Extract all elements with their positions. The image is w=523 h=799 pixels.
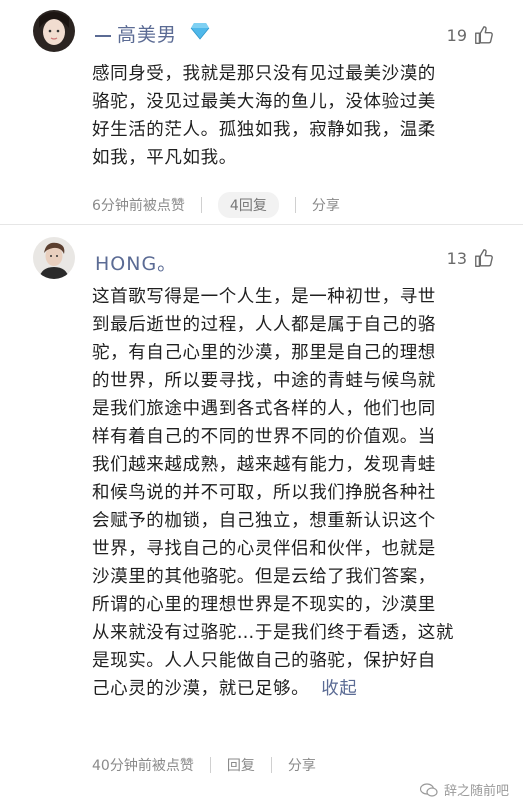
comment-line-last: 己心灵的沙漠，就已足够。 收起	[92, 675, 492, 703]
comment-line: 样有着自己的不同的世界不同的价值观。当	[92, 427, 436, 447]
comment-meta: 40分钟前被点赞 回复 分享	[92, 755, 316, 775]
share-button[interactable]: 分享	[312, 195, 340, 215]
comment-line: 和候鸟说的并不可取，所以我们挣脱各种社	[92, 483, 436, 503]
comment-line: 好生活的茫人。孤独如我，寂静如我，温柔	[92, 120, 436, 140]
comment-line: 驼，有自己心里的沙漠，那里是自己的理想	[92, 343, 436, 363]
share-button[interactable]: 分享	[288, 755, 316, 775]
divider	[294, 197, 296, 213]
reply-button[interactable]: 4回复	[217, 192, 279, 218]
comment-line: 感同身受，我就是那只没有见过最美沙漠的	[92, 64, 436, 84]
comment-line: 己心灵的沙漠，就已足够。	[92, 679, 310, 699]
comment-line: 这首歌写得是一个人生，是一种初世，寻世	[92, 287, 436, 307]
avatar[interactable]	[33, 237, 75, 279]
comment-line: 骆驼，没见过最美大海的鱼儿，没体验过美	[92, 92, 436, 112]
comment-line: 是现实。人人只能做自己的骆驼，保护好自	[92, 651, 436, 671]
comment-text: 感同身受，我就是那只没有见过最美沙漠的 骆驼，没见过最美大海的鱼儿，没体验过美 …	[92, 60, 492, 172]
comment-line: 的世界，所以要寻找，中途的青蛙与候鸟就	[92, 371, 436, 391]
avatar[interactable]	[33, 10, 75, 52]
comment-meta: 6分钟前被点赞 4回复 分享	[92, 192, 340, 218]
comment-item: HONG。 13 这首歌写得是一个人生，是一种初世，寻世 到最后逝世的过程，人人…	[0, 225, 523, 799]
comment-line: 从来就没有过骆驼…于是我们终于看透，这就	[92, 623, 454, 643]
timestamp: 40分钟前被点赞	[92, 758, 194, 774]
reply-button[interactable]: 回复	[227, 755, 255, 775]
like-count: 13	[446, 248, 467, 268]
wechat-icon	[419, 782, 438, 797]
username-text[interactable]: 高美男	[117, 24, 177, 46]
divider	[209, 757, 211, 773]
like-control[interactable]: 13	[447, 247, 495, 269]
thumbs-up-icon[interactable]	[473, 24, 495, 46]
comment-item: 高美男 19 感同身受，我就是那只没有见过最美沙漠的 骆驼，没见过最美大海的鱼儿…	[0, 0, 523, 225]
like-count: 19	[446, 25, 467, 45]
comment-line: 会赋予的枷锁，自己独立，想重新认识这个	[92, 511, 436, 531]
diamond-vip-icon	[190, 23, 210, 40]
comment-line: 是我们旅途中遇到各式各样的人，他们也同	[92, 399, 436, 419]
comment-line: 沙漠里的其他骆驼。但是云给了我们答案，	[92, 567, 436, 587]
username[interactable]: HONG。	[95, 249, 177, 276]
comment-line: 到最后逝世的过程，人人都是属于自己的骆	[92, 315, 436, 335]
name-prefix-dash	[95, 34, 111, 37]
collapse-link[interactable]: 收起	[321, 679, 357, 699]
like-control[interactable]: 19	[447, 24, 495, 46]
comment-line: 如我，平凡如我。	[92, 148, 237, 168]
comment-line: 所谓的心里的理想世界是不现实的，沙漠里	[92, 595, 436, 615]
divider	[270, 757, 272, 773]
username-text[interactable]: HONG。	[95, 253, 177, 275]
username[interactable]: 高美男	[95, 20, 177, 47]
watermark-text: 辞之随前吧	[443, 784, 509, 799]
divider	[200, 197, 202, 213]
comment-text: 这首歌写得是一个人生，是一种初世，寻世 到最后逝世的过程，人人都是属于自己的骆 …	[92, 283, 492, 703]
watermark: 辞之随前吧	[419, 780, 509, 799]
comment-line: 我们越来越成熟，越来越有能力，发现青蛙	[92, 455, 436, 475]
thumbs-up-icon[interactable]	[473, 247, 495, 269]
comment-line: 世界，寻找自己的心灵伴侣和伙伴，也就是	[92, 539, 436, 559]
timestamp: 6分钟前被点赞	[92, 198, 185, 214]
